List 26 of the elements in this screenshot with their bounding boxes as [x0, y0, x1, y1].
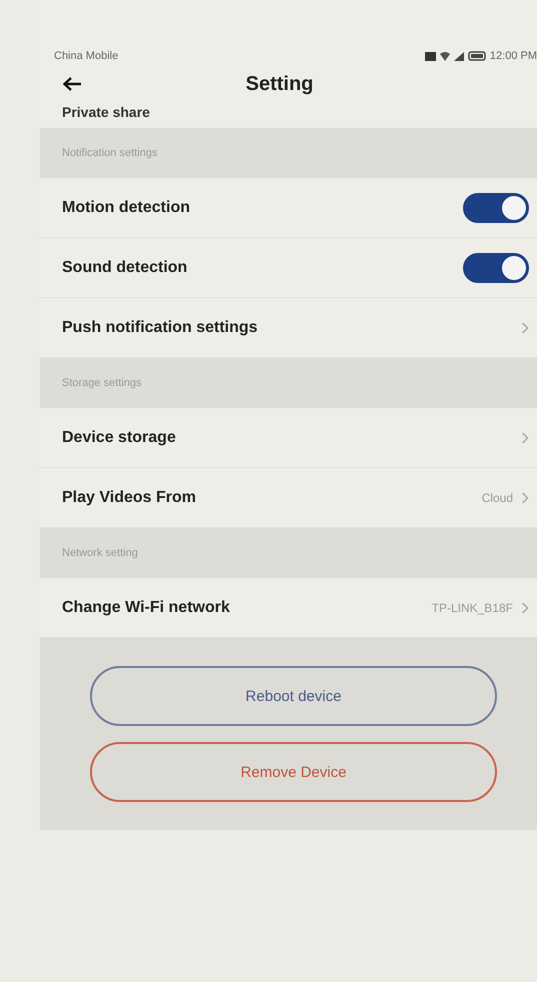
setting-label[interactable]: Change Wi-Fi network: [62, 598, 230, 616]
section-header: Storage settings: [40, 358, 537, 408]
chevron-right-icon[interactable]: [521, 492, 529, 504]
signal-icon: [454, 52, 464, 60]
page-title: Setting: [246, 72, 314, 96]
chevron-right-icon[interactable]: [521, 432, 529, 444]
section-header: Notification settings: [40, 128, 537, 178]
clock-time: 12:00 PM: [490, 50, 537, 62]
wifi-icon: [440, 51, 450, 61]
toggle-switch[interactable]: [463, 252, 529, 282]
setting-label[interactable]: Play Videos From: [62, 488, 196, 506]
section-header: Network setting: [40, 528, 537, 578]
setting-label[interactable]: Sound detection: [62, 258, 188, 276]
setting-label[interactable]: Push notification settings: [62, 318, 258, 336]
battery-icon: [468, 51, 486, 61]
setting-label[interactable]: Private share: [62, 104, 150, 120]
setting-value: Cloud: [482, 490, 513, 504]
toggle-switch[interactable]: [463, 192, 529, 222]
reboot-button[interactable]: Reboot device: [90, 666, 497, 726]
carrier-name: China Mobile: [54, 50, 118, 62]
chevron-right-icon[interactable]: [521, 602, 529, 614]
setting-label[interactable]: Motion detection: [62, 198, 190, 216]
setting-label[interactable]: Device storage: [62, 428, 176, 446]
back-arrow-icon[interactable]: [62, 76, 82, 92]
chevron-right-icon[interactable]: [521, 322, 529, 334]
setting-value: TP-LINK_B18F: [432, 600, 513, 614]
